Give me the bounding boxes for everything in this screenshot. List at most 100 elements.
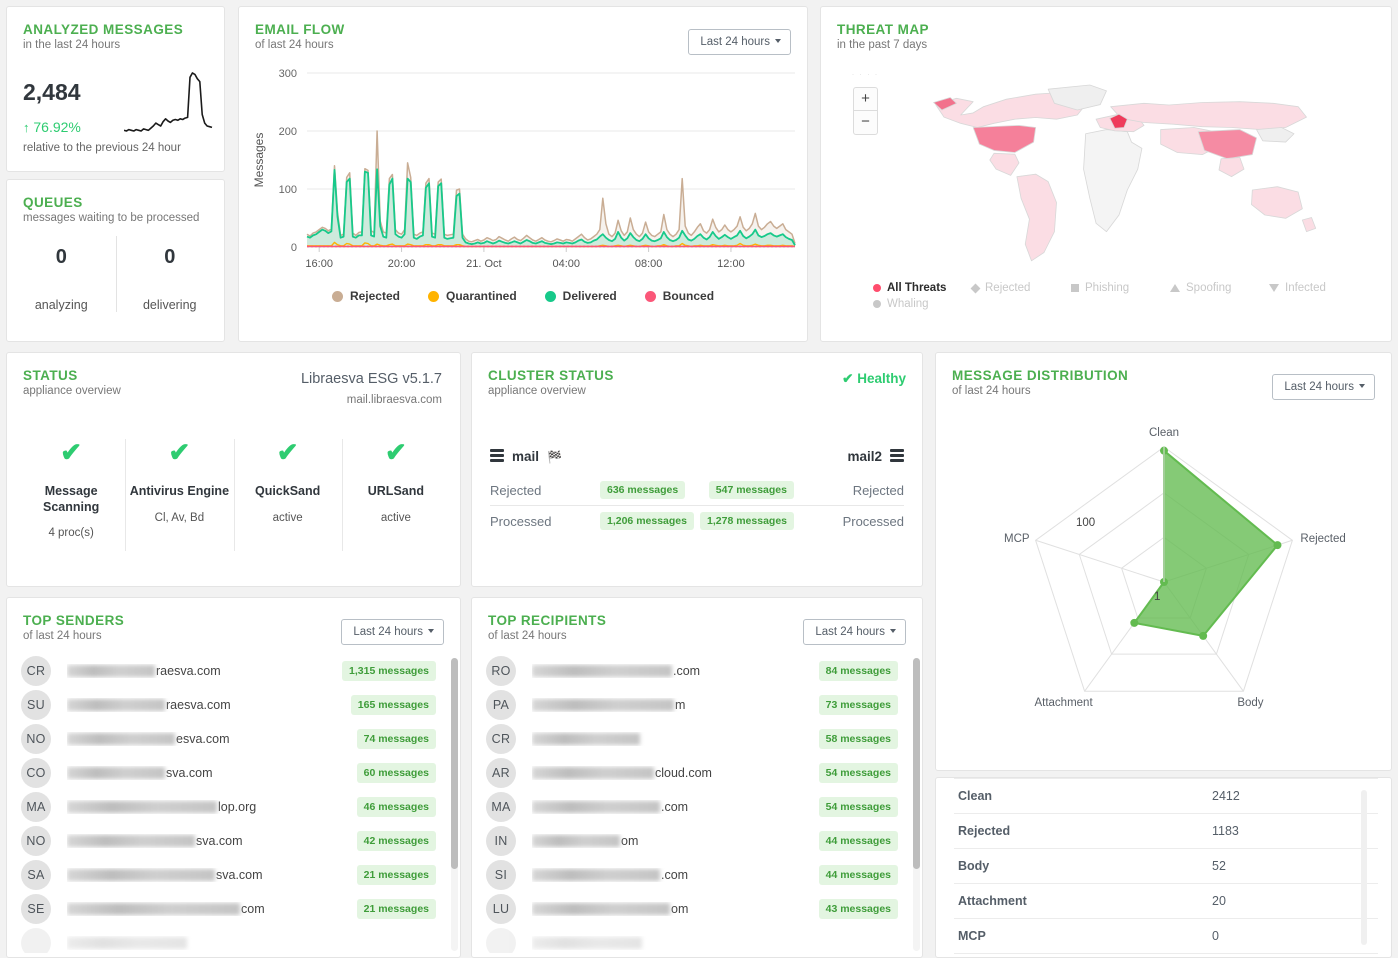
- threat-legend-spoofing[interactable]: Spoofing: [1170, 282, 1269, 294]
- threat-legend-infected[interactable]: Infected: [1269, 282, 1368, 294]
- master-flag-icon: 🏁: [547, 450, 562, 464]
- world-map[interactable]: [909, 65, 1329, 265]
- queues-metrics: 0 analyzing 0 delivering: [7, 246, 224, 312]
- email-domain-suffix: esva.com: [176, 732, 230, 746]
- radar-axis-label-rejected: Rejected: [1300, 533, 1370, 545]
- status-item-message-scanning: ✔ Message Scanning 4 proc(s): [17, 439, 125, 539]
- list-item[interactable]: SUraesva.com165 messages: [21, 688, 450, 722]
- email-address: om: [532, 834, 819, 848]
- list-item[interactable]: CRraesva.com1,315 messages: [21, 654, 450, 688]
- distribution-row-name: MCP: [954, 919, 1178, 954]
- threat-legend-label-infected: Infected: [1285, 282, 1326, 294]
- list-item[interactable]: RO.com84 messages: [486, 654, 912, 688]
- check-icon: ✔: [842, 371, 853, 386]
- top-recipients-scrollbar[interactable]: [913, 658, 920, 951]
- distribution-table-scrollbar[interactable]: [1361, 790, 1367, 945]
- top-senders-list[interactable]: CRraesva.com1,315 messagesSUraesva.com16…: [21, 654, 450, 953]
- cluster-health-label: Healthy: [857, 371, 906, 386]
- table-row[interactable]: Clean 2412: [954, 779, 1378, 814]
- list-item[interactable]: NOsva.com42 messages: [21, 824, 450, 858]
- table-row[interactable]: MCP 0: [954, 919, 1378, 954]
- list-item[interactable]: CR58 messages: [486, 722, 912, 756]
- list-item[interactable]: SI.com44 messages: [486, 858, 912, 892]
- cluster-node-mail2[interactable]: mail2: [847, 449, 904, 464]
- message-count-badge: 84 messages: [819, 661, 898, 681]
- table-row[interactable]: Body 52: [954, 849, 1378, 884]
- status-item-meta: 4 proc(s): [21, 527, 121, 539]
- cluster-node-mail[interactable]: mail 🏁: [490, 449, 562, 464]
- table-row[interactable]: Attachment 20: [954, 884, 1378, 919]
- message-distribution-title: MESSAGE DISTRIBUTION: [952, 368, 1128, 383]
- status-items: ✔ Message Scanning 4 proc(s) ✔ Antivirus…: [17, 439, 450, 539]
- list-item[interactable]: SEcom21 messages: [21, 892, 450, 926]
- threat-legend-phishing[interactable]: Phishing: [1071, 282, 1170, 294]
- avatar: SU: [21, 690, 51, 720]
- table-row[interactable]: Rejected 1183: [954, 814, 1378, 849]
- message-distribution-range-selector[interactable]: Last 24 hours: [1272, 374, 1375, 400]
- avatar: SI: [486, 860, 516, 890]
- map-zoom-controls[interactable]: + −: [853, 87, 878, 135]
- list-item[interactable]: [486, 926, 912, 953]
- cluster-status-header: CLUSTER STATUS appliance overview: [488, 368, 614, 397]
- message-count-badge: 74 messages: [357, 729, 436, 749]
- status-title: STATUS: [23, 368, 121, 383]
- email-flow-subtitle: of last 24 hours: [255, 39, 345, 51]
- email-address: sva.com: [67, 834, 357, 848]
- zoom-in-button[interactable]: +: [854, 88, 877, 111]
- legend-item-delivered[interactable]: Delivered: [545, 289, 617, 303]
- list-item[interactable]: NOesva.com74 messages: [21, 722, 450, 756]
- queues-subtitle: messages waiting to be processed: [23, 212, 199, 224]
- message-count-badge: 58 messages: [819, 729, 898, 749]
- threat-legend-whaling[interactable]: Whaling: [873, 298, 972, 310]
- list-item[interactable]: [21, 926, 450, 953]
- threat-legend-rejected[interactable]: Rejected: [972, 282, 1071, 294]
- svg-text:16:00: 16:00: [305, 258, 333, 270]
- top-recipients-range-selector[interactable]: Last 24 hours: [803, 619, 906, 645]
- list-item[interactable]: MA.com54 messages: [486, 790, 912, 824]
- legend-item-quarantined[interactable]: Quarantined: [428, 289, 517, 303]
- email-domain-suffix: om: [671, 902, 688, 916]
- check-icon: ✔: [346, 439, 446, 465]
- list-item[interactable]: INom44 messages: [486, 824, 912, 858]
- status-item-name: Message Scanning: [21, 484, 121, 515]
- list-item[interactable]: LUom43 messages: [486, 892, 912, 926]
- list-item[interactable]: COsva.com60 messages: [21, 756, 450, 790]
- appliance-version: Libraesva ESG v5.1.7: [301, 371, 442, 387]
- message-count-badge: 21 messages: [357, 899, 436, 919]
- legend-item-bounced[interactable]: Bounced: [645, 289, 714, 303]
- top-senders-scrollbar[interactable]: [451, 658, 458, 951]
- avatar: MA: [21, 792, 51, 822]
- email-address: raesva.com: [67, 698, 351, 712]
- status-item-meta: Cl, Av, Bd: [129, 512, 229, 524]
- list-item[interactable]: ARcloud.com54 messages: [486, 756, 912, 790]
- email-domain-suffix: com: [241, 902, 265, 916]
- legend-item-rejected[interactable]: Rejected: [332, 289, 400, 303]
- cluster-row-label-right: Processed: [794, 514, 904, 529]
- list-item[interactable]: PAm73 messages: [486, 688, 912, 722]
- avatar: [486, 928, 516, 953]
- legend-label-quarantined: Quarantined: [446, 289, 517, 303]
- top-recipients-list[interactable]: RO.com84 messagesPAm73 messagesCR58 mess…: [486, 654, 912, 953]
- cluster-row-value-left: 1,206 messages: [600, 512, 694, 530]
- list-item[interactable]: MAlop.org46 messages: [21, 790, 450, 824]
- circle-marker-icon: [873, 300, 881, 308]
- scrollbar-thumb[interactable]: [913, 658, 920, 869]
- svg-text:100: 100: [279, 184, 297, 196]
- email-address: [532, 732, 819, 746]
- server-icon: [890, 449, 904, 464]
- message-distribution-card: MESSAGE DISTRIBUTION of last 24 hours La…: [935, 352, 1392, 771]
- analyzed-messages-delta-caption: relative to the previous 24 hour: [23, 142, 181, 154]
- svg-text:12:00: 12:00: [717, 258, 745, 270]
- status-item-quicksand: ✔ QuickSand active: [234, 439, 342, 539]
- avatar: [21, 928, 51, 953]
- zoom-out-button[interactable]: −: [854, 111, 877, 134]
- distribution-table: Clean 2412 Rejected 1183 Body 52 Attachm…: [954, 778, 1378, 954]
- email-address: [67, 936, 450, 950]
- scrollbar-thumb[interactable]: [451, 658, 458, 869]
- message-count-badge: 54 messages: [819, 763, 898, 783]
- top-senders-range-selector[interactable]: Last 24 hours: [341, 619, 444, 645]
- threat-legend-all-threats[interactable]: All Threats: [873, 282, 972, 294]
- distribution-table-scroll[interactable]: Clean 2412 Rejected 1183 Body 52 Attachm…: [936, 778, 1391, 957]
- email-flow-range-selector[interactable]: Last 24 hours: [688, 29, 791, 55]
- list-item[interactable]: SAsva.com21 messages: [21, 858, 450, 892]
